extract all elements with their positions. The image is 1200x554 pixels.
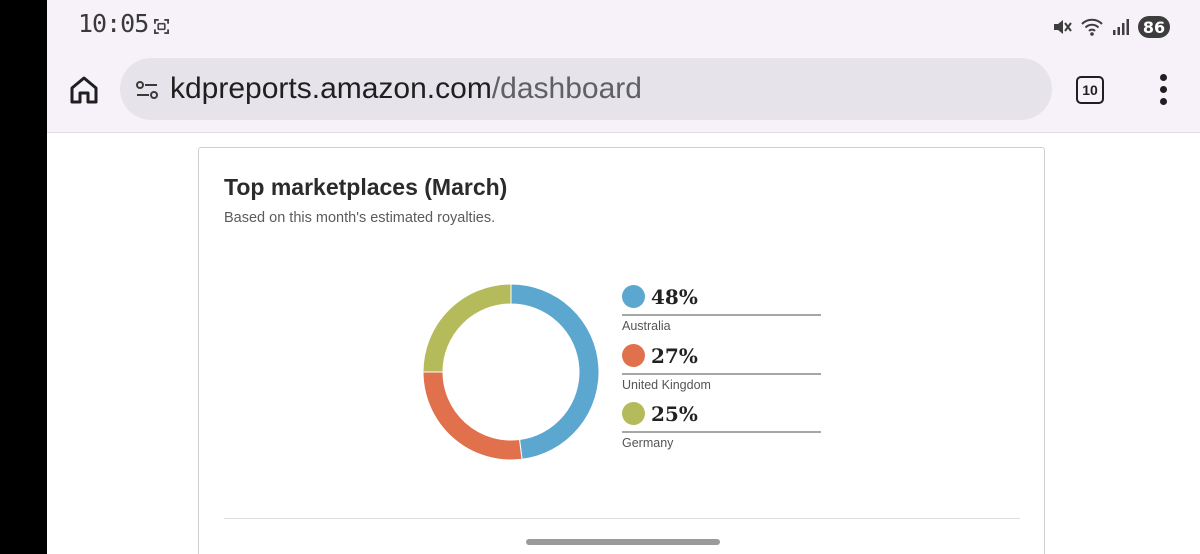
donut-slice-germany (422, 283, 512, 373)
status-time: 10:05 (78, 9, 149, 38)
gesture-home-indicator[interactable] (526, 539, 720, 545)
status-bar: 10:05 86 (47, 0, 1200, 52)
legend-divider (622, 372, 821, 375)
legend-color-dot (622, 285, 645, 308)
donut-slice-united-kingdom (422, 371, 523, 461)
legend-color-dot (622, 343, 645, 367)
donut-slice-australia (510, 283, 600, 460)
signal-icon (1113, 19, 1129, 35)
card-divider (224, 518, 1020, 519)
legend-color-dot (622, 402, 645, 425)
legend-divider (622, 431, 821, 433)
card-subtitle: Based on this month's estimated royaltie… (224, 210, 496, 226)
chart-legend: 48% Australia 27% United Kingdom 25% Ger… (622, 282, 822, 458)
home-icon[interactable] (68, 74, 100, 106)
donut-chart (422, 283, 600, 461)
browser-toolbar: kdpreports.amazon.com/dashboard 10 (47, 52, 1200, 133)
legend-item: 27% United Kingdom (622, 341, 822, 400)
site-info-icon[interactable] (135, 78, 159, 102)
tab-switcher-button[interactable]: 10 (1076, 76, 1104, 104)
more-options-icon[interactable] (1152, 74, 1176, 106)
legend-item: 48% Australia (622, 282, 822, 341)
legend-item: 25% Germany (622, 399, 822, 458)
legend-label: Australia (622, 319, 671, 333)
battery-icon: 86 (1138, 16, 1170, 38)
legend-label: United Kingdom (622, 377, 711, 392)
url-path: /dashboard (491, 72, 642, 105)
top-marketplaces-card: Top marketplaces (March) Based on this m… (198, 147, 1045, 554)
wifi-icon (1081, 18, 1103, 36)
legend-percent: 27% (651, 343, 698, 368)
card-title: Top marketplaces (March) (224, 174, 508, 200)
url-bar[interactable]: kdpreports.amazon.com/dashboard (120, 58, 1052, 120)
status-icons: 86 (1052, 15, 1170, 39)
phone-screen: 10:05 86 kdpreports.amazon.com/dashboard… (47, 0, 1200, 554)
legend-label: Germany (622, 436, 674, 450)
mute-icon (1054, 20, 1072, 34)
screenshot-icon (154, 19, 169, 34)
legend-percent: 48% (651, 285, 698, 309)
legend-divider (622, 314, 821, 316)
url-domain: kdpreports.amazon.com (170, 72, 492, 105)
legend-percent: 25% (651, 402, 698, 426)
url-text[interactable]: kdpreports.amazon.com/dashboard (170, 72, 642, 106)
